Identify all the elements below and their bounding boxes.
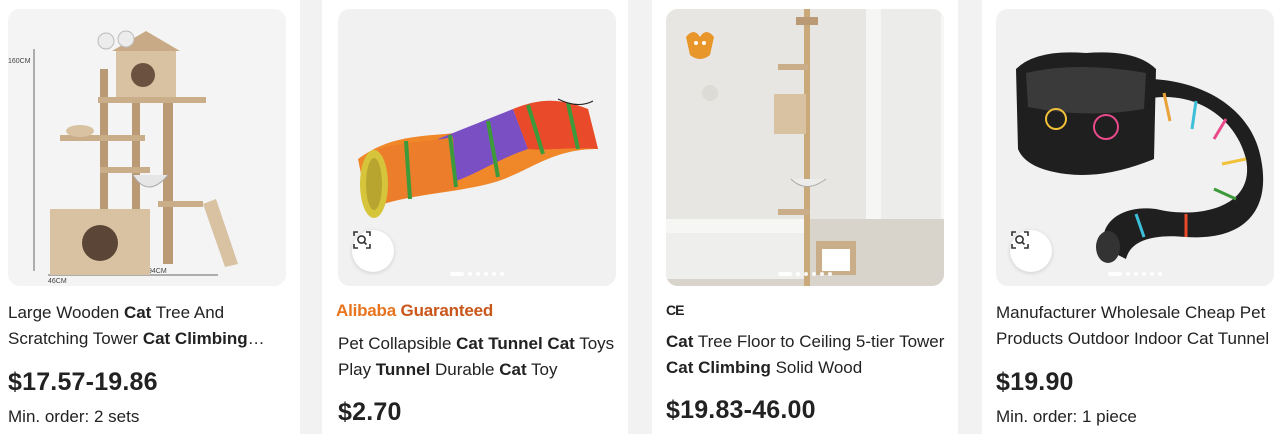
title-keyword: Cat <box>666 332 694 351</box>
carousel-dot[interactable] <box>820 272 824 276</box>
product-title[interactable]: Pet Collapsible Cat Tunnel Cat Toys Play… <box>338 331 618 383</box>
carousel-dot[interactable] <box>796 272 800 276</box>
image-search-icon <box>353 231 371 249</box>
carousel-dots[interactable] <box>450 272 504 276</box>
carousel-dot[interactable] <box>1126 272 1130 276</box>
carousel-dot[interactable] <box>804 272 808 276</box>
product-image[interactable] <box>338 9 616 286</box>
product-price: $17.57-19.86 <box>8 368 158 396</box>
title-keyword: Cat <box>123 303 152 322</box>
dim-height-label: 160CM <box>8 58 31 65</box>
title-text: Large Wooden <box>8 303 124 322</box>
product-title[interactable]: Cat Tree Floor to Ceiling 5-tier Tower C… <box>666 329 946 381</box>
image-search-button[interactable] <box>352 230 394 272</box>
carousel-dot[interactable] <box>468 272 472 276</box>
title-text: Durable <box>430 360 500 379</box>
title-text: Manufacturer Wholesale Cheap Pet Product… <box>996 303 1270 348</box>
carousel-dots[interactable] <box>1108 272 1162 276</box>
dim-width-label: 94CM <box>148 268 167 275</box>
carousel-dot[interactable] <box>492 272 496 276</box>
title-keyword: Cat <box>499 360 527 379</box>
carousel-dot[interactable] <box>1158 272 1162 276</box>
carousel-dot[interactable] <box>476 272 480 276</box>
carousel-dot[interactable] <box>1142 272 1146 276</box>
ceiling-cat-tree-illustration <box>666 9 944 286</box>
title-text: Solid Wood <box>770 358 863 377</box>
ce-certification-mark: CE <box>666 302 684 318</box>
image-search-icon <box>1011 231 1029 249</box>
carousel-dot[interactable] <box>812 272 816 276</box>
product-image[interactable] <box>666 9 944 286</box>
title-text: Tree Floor to Ceiling 5-tier Tower <box>693 332 945 351</box>
title-text: Toy <box>526 360 558 379</box>
product-image[interactable]: 160CM 46CM 94CM <box>8 9 286 286</box>
product-card[interactable]: Manufacturer Wholesale Cheap Pet Product… <box>982 0 1280 434</box>
image-search-button[interactable] <box>1010 230 1052 272</box>
carousel-dot[interactable] <box>1150 272 1154 276</box>
title-keyword: Cat Climbing <box>142 329 248 348</box>
carousel-dot[interactable] <box>778 272 792 276</box>
product-price: $2.70 <box>338 398 402 426</box>
product-price: $19.83-46.00 <box>666 396 816 424</box>
min-order: Min. order: 1 piece <box>996 407 1137 426</box>
product-card[interactable]: 160CM 46CM 94CM Large Wooden Cat Tree An… <box>0 0 300 434</box>
dim-depth-label: 46CM <box>48 278 67 285</box>
product-card[interactable]: CE Cat Tree Floor to Ceiling 5-tier Towe… <box>652 0 958 434</box>
product-image[interactable] <box>996 9 1274 286</box>
carousel-dot[interactable] <box>1134 272 1138 276</box>
min-order: Min. order: 2 sets <box>8 407 140 426</box>
badge-word-alibaba: Alibaba <box>336 301 397 320</box>
title-keyword: Cat Climbing <box>666 358 771 377</box>
title-keyword: Tunnel <box>375 360 431 379</box>
carousel-dot[interactable] <box>828 272 832 276</box>
cat-tree-illustration: 160CM 46CM 94CM <box>8 9 286 286</box>
product-price: $19.90 <box>996 368 1074 396</box>
carousel-dot[interactable] <box>1108 272 1122 276</box>
title-keyword: Cat Tunnel Cat <box>456 334 575 353</box>
title-text: Pet Collapsible <box>338 334 457 353</box>
carousel-dot[interactable] <box>484 272 488 276</box>
carousel-dot[interactable] <box>450 272 464 276</box>
product-title[interactable]: Manufacturer Wholesale Cheap Pet Product… <box>996 300 1276 352</box>
badge-word-guaranteed: Guaranteed <box>400 301 494 320</box>
product-title[interactable]: Large Wooden Cat Tree And Scratching Tow… <box>8 300 288 352</box>
alibaba-guaranteed-badge: Alibaba Guaranteed <box>336 301 493 321</box>
carousel-dot[interactable] <box>500 272 504 276</box>
product-card[interactable]: Alibaba Guaranteed Pet Collapsible Cat T… <box>322 0 628 434</box>
carousel-dots[interactable] <box>778 272 832 276</box>
